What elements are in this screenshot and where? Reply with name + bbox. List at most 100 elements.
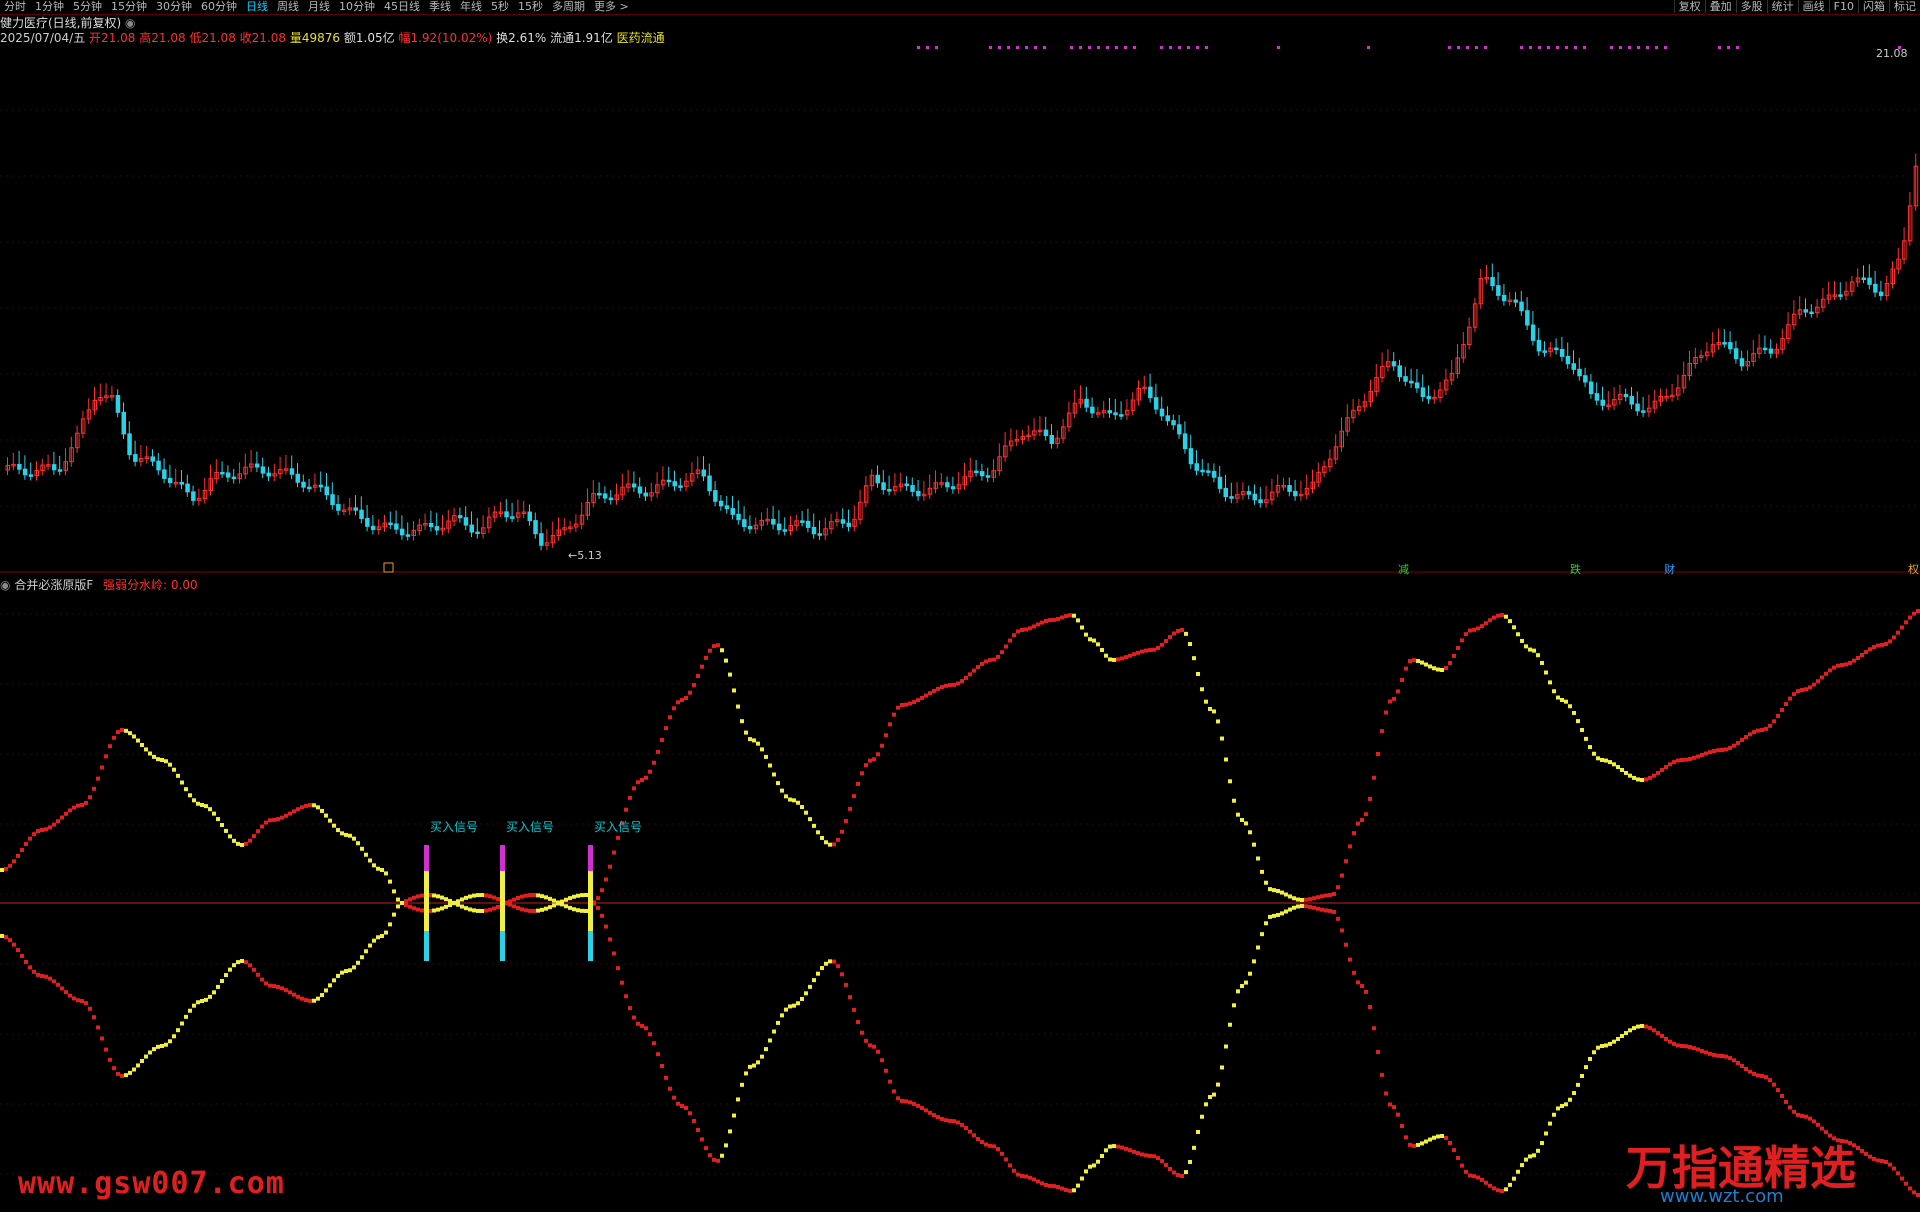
oscillator-upper-point [1628, 773, 1632, 778]
oscillator-upper-point [1504, 614, 1508, 619]
oscillator-upper-point [1288, 894, 1292, 899]
oscillator-lower-point [1480, 1177, 1484, 1182]
candlestick [1391, 361, 1397, 367]
oscillator-lower-point [8, 938, 12, 943]
oscillator-lower-point [1432, 1135, 1436, 1140]
candlestick [28, 474, 34, 477]
oscillator-lower-point [984, 1142, 988, 1147]
candlestick [916, 490, 921, 497]
oscillator-upper-point [32, 832, 36, 837]
oscillator-upper-point [1192, 656, 1196, 661]
oscillator-lower-point [1176, 1173, 1180, 1178]
oscillator-upper-point [644, 775, 648, 780]
oscillator-lower-point [288, 990, 292, 995]
oscillator-lower-point [564, 897, 568, 902]
oscillator-lower-point [1188, 1159, 1192, 1164]
oscillator-upper-point [176, 773, 180, 778]
oscillator-lower-point [1272, 913, 1276, 918]
oscillator-upper-point [828, 842, 832, 847]
oscillator-lower-point [1664, 1036, 1668, 1041]
marker-drop[interactable]: 跌 [1570, 561, 1581, 577]
oscillator-upper-point [1696, 754, 1700, 759]
oscillator-upper-point [936, 686, 940, 691]
oscillator-lower-point [240, 959, 244, 963]
oscillator-lower-point [192, 1003, 196, 1008]
oscillator-lower-point [1560, 1104, 1564, 1108]
oscillator-lower-point [880, 1058, 884, 1063]
marker-rights[interactable]: 权 [1908, 561, 1919, 577]
oscillator-lower-point [416, 907, 420, 912]
oscillator-upper-point [1452, 653, 1456, 658]
oscillator-upper-point [1312, 896, 1316, 901]
candlestick [1420, 387, 1426, 398]
oscillator-lower-point [1208, 1095, 1212, 1100]
oscillator-upper-point [636, 780, 640, 785]
oscillator-lower-point [260, 977, 264, 982]
oscillator-upper-point [928, 691, 932, 696]
oscillator-upper-point [296, 807, 300, 812]
oscillator-upper-point [1216, 719, 1220, 724]
oscillator-lower-point [1772, 1082, 1776, 1087]
indicator-settings-icon[interactable]: ◉ [0, 578, 10, 592]
signal-dot [1484, 46, 1487, 49]
chart-canvas[interactable] [0, 0, 1920, 1212]
candlestick [1861, 277, 1866, 280]
oscillator-upper-point [276, 817, 280, 822]
candlestick [875, 474, 880, 484]
oscillator-lower-point [140, 1059, 144, 1063]
oscillator-lower-point [888, 1079, 892, 1084]
oscillator-upper-point [36, 829, 40, 834]
marker-finance[interactable]: 财 [1664, 561, 1675, 577]
signal-dot [926, 46, 929, 49]
oscillator-upper-point [1004, 644, 1008, 649]
oscillator-upper-point [396, 897, 400, 902]
oscillator-lower-point [1248, 971, 1252, 976]
oscillator-upper-point [772, 772, 776, 777]
oscillator-upper-point [1320, 894, 1324, 899]
oscillator-upper-point [924, 693, 928, 698]
oscillator-upper-point [1736, 740, 1740, 745]
buy-signal-label: 买入信号 [594, 820, 643, 834]
oscillator-lower-point [56, 982, 60, 987]
oscillator-lower-point [1636, 1024, 1640, 1029]
oscillator-lower-point [292, 992, 296, 997]
oscillator-lower-point [1336, 916, 1340, 921]
signal-dot [1097, 46, 1100, 49]
oscillator-lower-point [360, 955, 364, 960]
candlestick [330, 494, 335, 506]
oscillator-lower-point [1192, 1145, 1196, 1150]
oscillator-lower-point [1912, 1190, 1916, 1195]
indicator-title: ◉ 合并必涨原版F 强弱分水岭: 0.00 [0, 576, 198, 593]
oscillator-lower-point [1020, 1174, 1024, 1178]
candlestick [17, 463, 22, 470]
oscillator-upper-point [1300, 898, 1304, 902]
buy-signal-bar-bottom [424, 931, 429, 961]
oscillator-upper-point [752, 738, 756, 743]
oscillator-lower-point [712, 1157, 716, 1162]
oscillator-upper-point [1420, 660, 1424, 665]
oscillator-lower-point [276, 984, 280, 989]
oscillator-lower-point [48, 976, 52, 981]
oscillator-lower-point [148, 1050, 152, 1055]
oscillator-upper-point [1752, 730, 1756, 735]
oscillator-lower-point [1572, 1091, 1576, 1096]
oscillator-upper-point [280, 815, 284, 820]
oscillator-lower-point [836, 964, 840, 969]
oscillator-upper-point [144, 747, 148, 752]
marker-reduce[interactable]: 减 [1398, 561, 1409, 577]
oscillator-lower-point [1684, 1044, 1688, 1049]
oscillator-upper-point [1344, 859, 1348, 864]
oscillator-upper-point [192, 798, 196, 803]
oscillator-lower-point [392, 912, 396, 917]
candlestick [817, 533, 822, 536]
oscillator-upper-point [1120, 656, 1124, 661]
oscillator-lower-point [440, 906, 444, 911]
oscillator-upper-point [1232, 798, 1236, 803]
candlestick [359, 509, 364, 519]
oscillator-lower-point [1580, 1074, 1584, 1078]
oscillator-lower-point [1608, 1041, 1612, 1046]
oscillator-lower-point [1288, 907, 1292, 912]
signal-dot [1079, 46, 1082, 49]
oscillator-lower-point [840, 972, 844, 977]
oscillator-lower-point [1756, 1073, 1760, 1078]
